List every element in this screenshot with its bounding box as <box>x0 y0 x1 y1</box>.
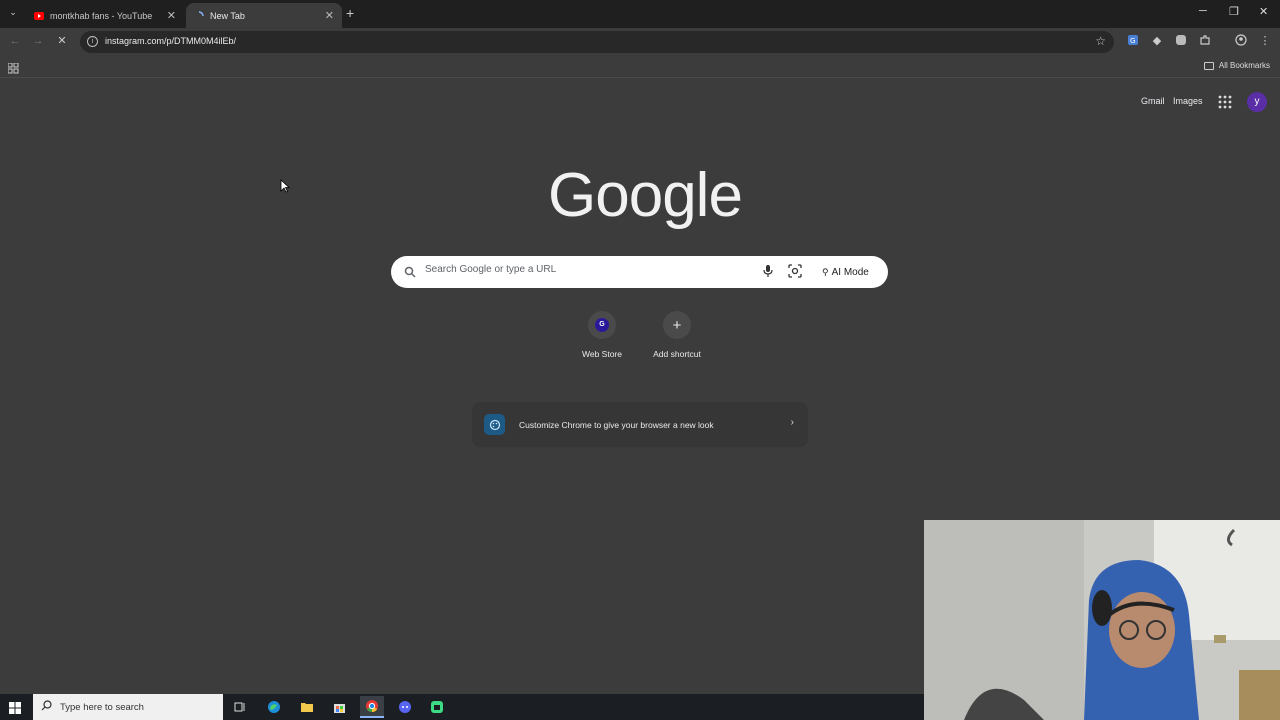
extension-icon[interactable] <box>1174 34 1188 48</box>
shortcut-label: Web Store <box>581 349 622 359</box>
tab-strip: ⌄ montkhab fans - YouTube ✕ New Tab ✕ + … <box>0 0 1280 28</box>
tab-title: New Tab <box>210 10 245 21</box>
store-icon[interactable] <box>327 696 351 718</box>
folder-icon <box>1203 61 1214 70</box>
back-icon[interactable]: ← <box>8 34 22 48</box>
ai-mode-label: AI Mode <box>831 266 869 278</box>
all-bookmarks-button[interactable]: All Bookmarks <box>1203 61 1270 70</box>
images-link[interactable]: Images <box>1173 96 1203 106</box>
svg-text:G: G <box>1130 37 1135 45</box>
loading-spinner-icon <box>194 10 204 21</box>
minimize-icon[interactable]: ─ <box>1199 5 1207 17</box>
microphone-icon[interactable] <box>762 264 774 283</box>
shortcut-web-store[interactable]: G Web Store <box>567 311 637 359</box>
google-logo: Google <box>548 161 743 230</box>
edge-icon[interactable] <box>262 696 286 718</box>
stop-loading-icon[interactable]: ✕ <box>55 34 69 48</box>
windows-start-icon[interactable] <box>9 701 21 719</box>
gmail-link[interactable]: Gmail <box>1141 96 1165 106</box>
site-info-icon[interactable]: i <box>87 36 98 47</box>
profile-icon[interactable] <box>1234 34 1248 48</box>
account-avatar[interactable]: y <box>1247 92 1267 112</box>
web-store-icon: G <box>595 318 609 332</box>
menu-kebab-icon[interactable]: ⋮ <box>1258 34 1272 48</box>
taskbar-search[interactable] <box>33 694 223 720</box>
search-icon <box>41 698 52 716</box>
customize-text: Customize Chrome to give your browser a … <box>519 420 714 430</box>
task-view-icon[interactable] <box>228 696 252 718</box>
diamond-extension-icon[interactable]: ◆ <box>1150 34 1164 48</box>
plus-icon: + <box>672 316 682 334</box>
windows-taskbar <box>0 694 924 720</box>
translate-extension-icon[interactable]: G <box>1126 34 1140 48</box>
new-tab-button[interactable]: + <box>346 5 354 21</box>
app-icon[interactable] <box>425 696 449 718</box>
customize-chrome-button[interactable]: Customize Chrome to give your browser a … <box>472 402 808 447</box>
all-bookmarks-label: All Bookmarks <box>1218 61 1270 70</box>
url-text[interactable]: instagram.com/p/DTMM0M4ilEb/ <box>105 36 236 46</box>
address-bar[interactable]: i instagram.com/p/DTMM0M4ilEb/ ☆ <box>80 31 1114 53</box>
add-shortcut-button[interactable]: + Add shortcut <box>642 311 712 359</box>
tab-youtube[interactable]: montkhab fans - YouTube ✕ <box>26 3 184 28</box>
shortcut-tile: G <box>588 311 616 339</box>
ai-mode-button[interactable]: ⚲ AI Mode <box>816 262 875 282</box>
search-icon <box>404 265 416 283</box>
youtube-icon <box>34 11 44 21</box>
shortcut-label: Add shortcut <box>653 349 701 359</box>
chrome-icon[interactable] <box>360 696 384 718</box>
apps-grid-icon[interactable] <box>7 61 19 79</box>
extensions-puzzle-icon[interactable] <box>1198 34 1212 48</box>
search-input[interactable] <box>425 264 745 275</box>
close-window-icon[interactable]: ✕ <box>1259 5 1268 18</box>
bookmark-star-icon[interactable]: ☆ <box>1095 34 1106 48</box>
ai-sparkle-search-icon: ⚲ <box>822 266 829 277</box>
forward-icon[interactable]: → <box>31 34 45 48</box>
restore-icon[interactable]: ❐ <box>1229 5 1239 18</box>
chevron-right-icon: › <box>790 417 794 428</box>
close-tab-icon[interactable]: ✕ <box>325 9 334 22</box>
mouse-cursor-icon <box>280 179 291 198</box>
palette-icon <box>484 414 505 435</box>
tab-title: montkhab fans - YouTube <box>50 10 153 21</box>
bookmarks-bar: All Bookmarks <box>0 56 1280 78</box>
file-explorer-icon[interactable] <box>295 696 319 718</box>
close-tab-icon[interactable]: ✕ <box>167 9 176 22</box>
taskbar-search-input[interactable] <box>60 701 210 713</box>
tab-new-tab[interactable]: New Tab ✕ <box>186 3 342 28</box>
google-lens-icon[interactable] <box>788 264 802 283</box>
discord-icon[interactable] <box>393 696 417 718</box>
google-apps-icon[interactable] <box>1218 95 1232 109</box>
search-box[interactable]: ⚲ AI Mode <box>391 256 888 288</box>
tab-search-chevron-icon[interactable]: ⌄ <box>5 7 21 21</box>
webcam-overlay <box>924 520 1280 720</box>
shortcut-tile: + <box>663 311 691 339</box>
